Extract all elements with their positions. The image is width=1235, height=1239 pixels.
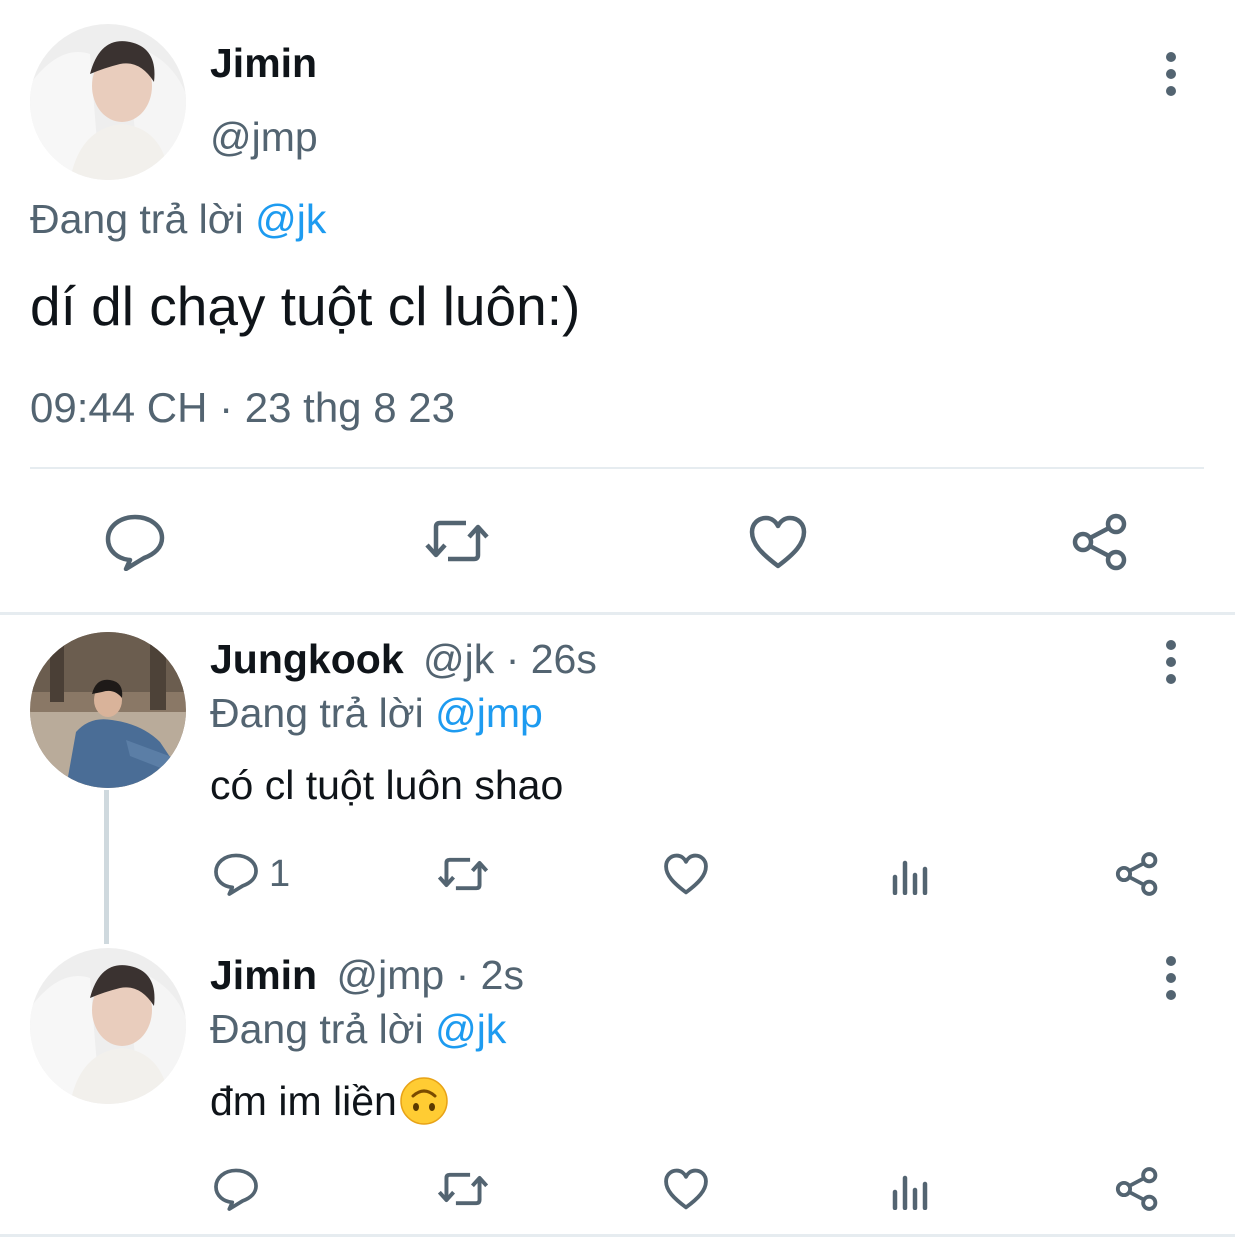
replying-to-handle[interactable]: @jk <box>255 196 326 242</box>
tweet-text: dí dl chạy tuột cl luôn:) <box>30 275 581 337</box>
reply-header: Jungkook @jk · 26s <box>210 636 597 683</box>
reply-author-handle[interactable]: @jk <box>423 636 494 682</box>
share-icon[interactable] <box>1114 1166 1160 1212</box>
replying-to: Đang trả lời @jmp <box>210 690 543 737</box>
avatar-jungkook[interactable] <box>30 632 186 788</box>
reply-author-name[interactable]: Jungkook <box>210 636 404 682</box>
reply-text-body: đm im liền <box>210 1077 397 1124</box>
reply-icon[interactable] <box>213 1167 269 1211</box>
reply-icon[interactable]: 1 <box>213 852 290 896</box>
replying-to-handle[interactable]: @jmp <box>435 690 543 736</box>
heart-icon[interactable] <box>748 514 808 570</box>
divider <box>30 467 1204 469</box>
avatar-jimin-main[interactable] <box>30 24 186 180</box>
replying-to: Đang trả lời @jk <box>210 1006 506 1053</box>
tweet-timestamp[interactable]: 09:44 CH · 23 thg 8 23 <box>30 384 455 432</box>
author-name[interactable]: Jimin <box>210 40 317 87</box>
reply-text: có cl tuột luôn shao <box>210 762 564 808</box>
views-icon[interactable] <box>891 855 931 895</box>
avatar-jimin[interactable] <box>30 948 186 1104</box>
more-options-icon[interactable] <box>1159 52 1183 96</box>
retweet-icon[interactable] <box>437 1168 489 1210</box>
reply-author-name[interactable]: Jimin <box>210 952 317 998</box>
heart-icon[interactable] <box>663 1167 709 1211</box>
reply-author-handle[interactable]: @jmp <box>337 952 445 998</box>
share-icon[interactable] <box>1071 512 1129 572</box>
views-icon[interactable] <box>891 1170 931 1210</box>
bottom-divider <box>0 1234 1235 1237</box>
share-icon[interactable] <box>1114 851 1160 897</box>
replying-to-label: Đang trả lời <box>210 690 424 736</box>
replying-to: Đang trả lời @jk <box>30 196 326 243</box>
author-handle[interactable]: @jmp <box>210 114 318 161</box>
thread-line <box>104 790 109 944</box>
heart-icon[interactable] <box>663 852 709 896</box>
reply-age[interactable]: · 2s <box>456 952 524 998</box>
upside-down-face-emoji <box>399 1076 449 1126</box>
reply-header: Jimin @jmp · 2s <box>210 952 524 999</box>
replying-to-label: Đang trả lời <box>210 1006 424 1052</box>
reply-text: đm im liền <box>210 1076 449 1126</box>
section-divider <box>0 612 1235 615</box>
more-options-icon[interactable] <box>1159 640 1183 684</box>
replying-to-label: Đang trả lời <box>30 196 244 242</box>
retweet-icon[interactable] <box>437 853 489 895</box>
retweet-icon[interactable] <box>424 515 490 567</box>
reply-age[interactable]: · 26s <box>506 636 597 682</box>
more-options-icon[interactable] <box>1159 956 1183 1000</box>
reply-icon[interactable] <box>104 513 166 571</box>
reply-count: 1 <box>269 852 291 895</box>
replying-to-handle[interactable]: @jk <box>435 1006 506 1052</box>
